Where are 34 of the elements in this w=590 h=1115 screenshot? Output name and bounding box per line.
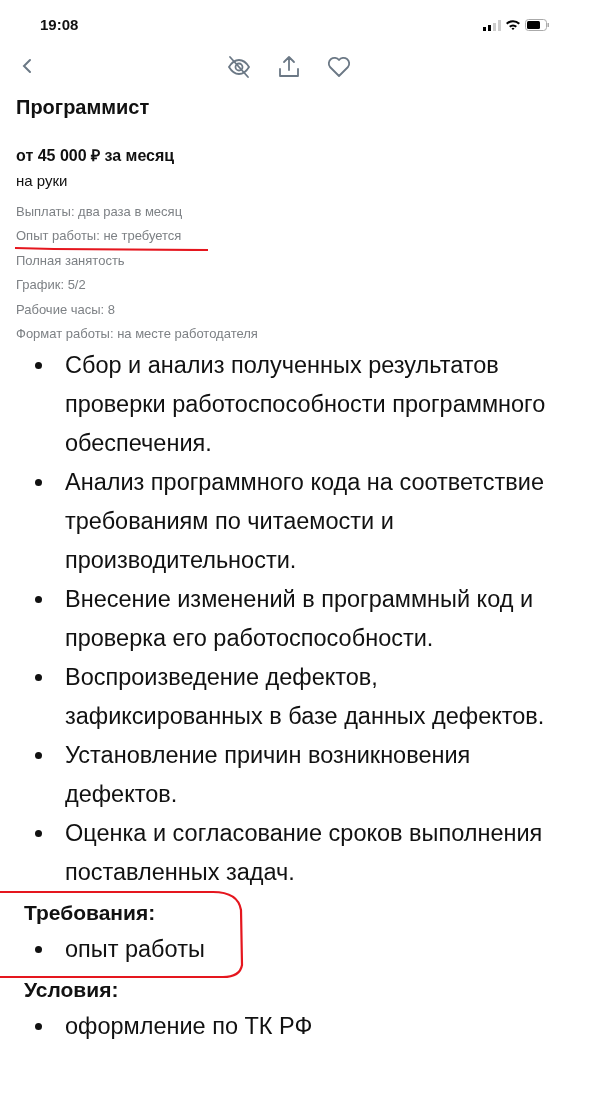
bullet-icon (35, 674, 42, 682)
bullet-icon (35, 362, 42, 370)
bullet-icon (35, 946, 42, 954)
bullet-icon (35, 830, 42, 838)
wifi-icon (505, 19, 521, 31)
heart-icon[interactable] (326, 54, 352, 80)
list-item-text: Оценка и согласование сроков выполнения поставленных задач. (65, 819, 544, 888)
job-title: Программист (16, 95, 151, 120)
detail-text: Рабочие часы: 8 (16, 300, 116, 319)
battery-icon (525, 19, 550, 31)
list-item-text: Внесение изменений в программный код и проверка его работоспособности. (65, 585, 535, 654)
share-icon[interactable] (276, 54, 302, 80)
detail-text: Опыт работы: не требуется (16, 227, 182, 246)
list-item-text: опыт работы (65, 935, 205, 965)
bullet-icon (35, 752, 42, 760)
detail-text: График: 5/2 (16, 276, 86, 295)
list-item-text: Сбор и анализ полученных результатов проверки работоспособности программного обеспечения. (65, 351, 547, 459)
detail-text: Формат работы: на месте работодателя (16, 325, 258, 344)
section-heading: Требования: (24, 900, 157, 927)
salary: от 45 000 ₽ за месяц (16, 146, 176, 166)
section-heading: Условия: (24, 977, 120, 1004)
salary-note: на руки (16, 171, 69, 191)
signal-icon (483, 19, 501, 31)
detail-text: Полная занятость (16, 251, 125, 270)
hide-icon[interactable] (226, 54, 252, 80)
list-item-text: Воспроизведение дефектов, зафиксированных в базе данных дефектов. (65, 663, 546, 732)
bullet-icon (35, 596, 42, 604)
bullet-icon (35, 1023, 42, 1031)
list-item-text: Установление причин возникновения дефектов. (65, 741, 472, 810)
list-item-text: Анализ программного кода на соответствие требованиям по читаемости и производительности. (65, 468, 546, 576)
list-item-text: оформление по ТК РФ (65, 1012, 313, 1042)
bullet-icon (35, 479, 42, 487)
detail-text: Выплаты: два раза в месяц (16, 202, 183, 221)
status-time: 19:08 (40, 14, 79, 35)
